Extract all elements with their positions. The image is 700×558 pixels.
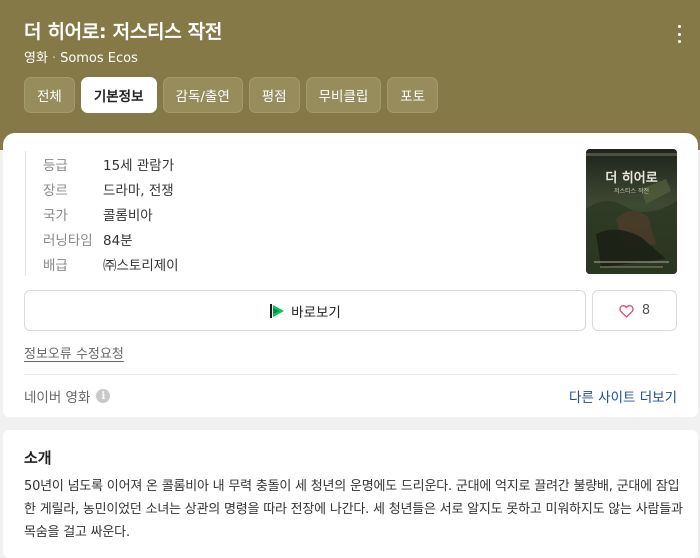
info-list: 등급 15세 관람가 장르 드라마, 전쟁 국가 콜롬비아 러닝타임 84분 배… [25, 151, 179, 276]
info-value: 84분 [103, 232, 133, 249]
info-icon[interactable]: i [96, 389, 111, 403]
info-label: 국가 [43, 207, 68, 224]
tab-bar: 전체 기본정보 감독/출연 평점 무비클립 포토 [24, 77, 439, 113]
tab-rating[interactable]: 평점 [248, 77, 300, 113]
other-sites-link[interactable]: 다른 사이트 더보기 [569, 386, 677, 406]
like-button[interactable]: 8 [592, 290, 677, 331]
source-name: 네이버 영화 [24, 390, 91, 406]
info-value: 드라마, 전쟁 [103, 182, 174, 199]
movie-poster[interactable]: 더 히어로 저스티스 작전 [586, 149, 677, 274]
company-label: Somos Ecos [60, 51, 138, 66]
watch-now-button[interactable]: 바로보기 [24, 290, 586, 331]
poster-image: 더 히어로 저스티스 작전 [586, 149, 677, 274]
movie-header: 더 히어로: 저스티스 작전 영화 · Somos Ecos 전체 기본정보 감독/… [0, 0, 700, 150]
tab-photo[interactable]: 포토 [387, 77, 439, 113]
movie-subtitle: 영화 · Somos Ecos [24, 47, 138, 66]
info-label: 러닝타임 [43, 232, 93, 249]
watch-now-label: 바로보기 [291, 304, 341, 321]
info-label: 배급 [43, 257, 68, 274]
divider [24, 374, 677, 375]
poster-title: 더 히어로 [605, 170, 657, 186]
info-value: 콜롬비아 [103, 207, 153, 224]
info-row-distributor: 배급 ㈜스토리제이 [43, 251, 179, 276]
source-label: 네이버 영화 i [24, 386, 111, 406]
intro-card: 소개 50년이 넘도록 이어져 온 콜롬비아 내 무력 충돌이 세 청년의 운명… [3, 430, 698, 558]
info-value: 15세 관람가 [103, 157, 175, 174]
info-row-country: 국가 콜롬비아 [43, 201, 179, 226]
tab-director-cast[interactable]: 감독/출연 [162, 77, 243, 113]
report-error-link[interactable]: 정보오류 수정요청 [24, 343, 124, 362]
category-label: 영화 [24, 51, 48, 66]
info-value: ㈜스토리제이 [103, 257, 179, 274]
tab-basic-info[interactable]: 기본정보 [80, 77, 157, 113]
subtitle-separator: · [51, 51, 57, 66]
tab-movie-clip[interactable]: 무비클립 [305, 77, 382, 113]
heart-icon [619, 304, 634, 318]
poster-subtitle: 저스티스 작전 [614, 187, 649, 195]
info-row-runtime: 러닝타임 84분 [43, 226, 179, 251]
more-vertical-icon[interactable] [676, 25, 682, 43]
basic-info-card: 등급 15세 관람가 장르 드라마, 전쟁 국가 콜롬비아 러닝타임 84분 배… [3, 133, 698, 417]
movie-title: 더 히어로: 저스티스 작전 [24, 21, 223, 43]
like-count: 8 [641, 303, 651, 318]
play-flag-icon [270, 303, 285, 318]
intro-body: 50년이 넘도록 이어져 온 콜롬비아 내 무력 충돌이 세 청년의 운명에도 … [24, 479, 683, 540]
info-label: 장르 [43, 182, 68, 199]
info-row-genre: 장르 드라마, 전쟁 [43, 176, 179, 201]
info-label: 등급 [43, 157, 68, 174]
info-row-rating: 등급 15세 관람가 [43, 151, 179, 176]
tab-all[interactable]: 전체 [24, 77, 75, 113]
intro-title: 소개 [24, 449, 52, 467]
